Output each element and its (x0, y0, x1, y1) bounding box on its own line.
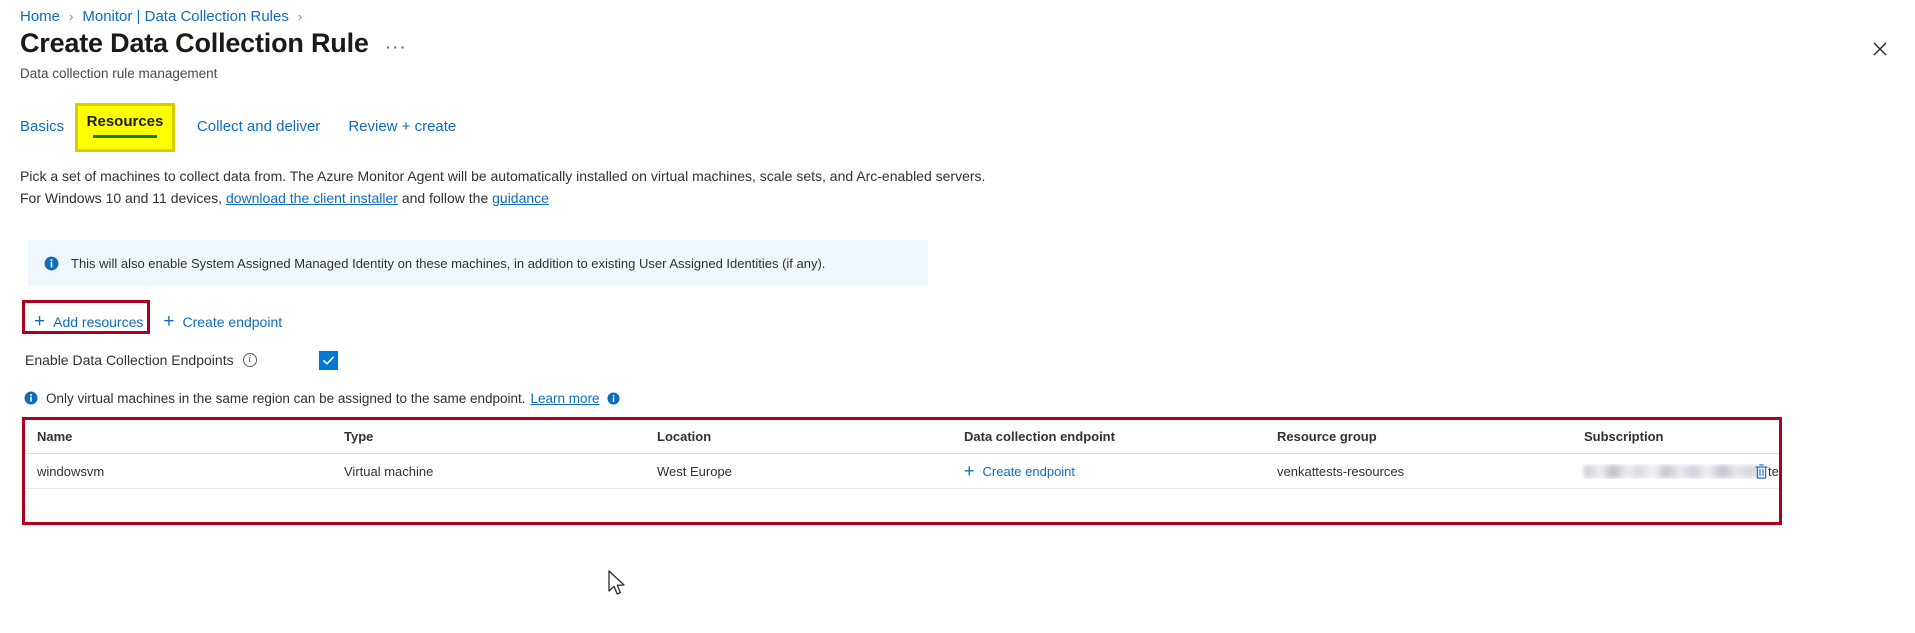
annotation-tab-label: Resources (86, 113, 164, 130)
managed-identity-info-banner: This will also enable System Assigned Ma… (28, 240, 928, 286)
page-title: Create Data Collection Rule (20, 28, 369, 58)
cell-location: West Europe (657, 463, 732, 479)
checkmark-icon (323, 356, 334, 365)
column-header-data-collection-endpoint[interactable]: Data collection endpoint (952, 429, 1265, 444)
cell-resource-group: venkattests-resources (1277, 463, 1405, 479)
tab-basics[interactable]: Basics (20, 112, 78, 142)
add-resources-label: Add resources (53, 314, 144, 330)
cell-data-collection-endpoint: + Create endpoint (952, 463, 1265, 479)
plus-icon: + (34, 311, 46, 332)
page-title-row: Create Data Collection Rule ··· (20, 28, 407, 58)
breadcrumb-separator-icon: › (297, 8, 303, 24)
row-create-endpoint-button[interactable]: + Create endpoint (964, 463, 1075, 479)
resources-table: Name Type Location Data collection endpo… (25, 420, 1779, 524)
download-client-installer-link[interactable]: download the client installer (226, 190, 398, 206)
enable-endpoints-label: Enable Data Collection Endpoints (25, 352, 234, 368)
active-tab-underline (93, 135, 157, 138)
redacted-subscription-value (1584, 464, 1766, 478)
info-circle-icon[interactable]: i (242, 353, 257, 367)
column-header-type[interactable]: Type (332, 429, 645, 444)
annotation-highlight-resources-tab: Resources (75, 103, 175, 152)
create-endpoint-button[interactable]: + Create endpoint (153, 306, 292, 338)
breadcrumb: Home › Monitor | Data Collection Rules › (20, 5, 311, 27)
cell-name: windowsvm (37, 463, 105, 479)
learn-more-link[interactable]: Learn more (531, 391, 600, 406)
delete-row-button[interactable] (1751, 461, 1771, 481)
description-line-2-mid: and follow the (397, 190, 493, 206)
table-empty-row (25, 489, 1779, 524)
tab-collect-and-deliver[interactable]: Collect and deliver (183, 112, 334, 142)
guidance-link[interactable]: guidance (492, 190, 549, 206)
close-icon (1873, 42, 1887, 56)
trash-icon (1754, 463, 1768, 479)
description-line-1: Pick a set of machines to collect data f… (20, 168, 986, 184)
resources-description: Pick a set of machines to collect data f… (20, 166, 1420, 208)
close-button[interactable] (1863, 32, 1897, 66)
breadcrumb-item-monitor[interactable]: Monitor | Data Collection Rules (82, 8, 288, 25)
more-actions-button[interactable]: ··· (385, 38, 407, 57)
plus-icon: + (964, 463, 975, 479)
info-icon[interactable] (607, 391, 620, 405)
plus-icon: + (163, 311, 175, 332)
info-icon (24, 391, 38, 405)
column-header-location[interactable]: Location (645, 429, 952, 444)
info-banner-text: This will also enable System Assigned Ma… (71, 255, 826, 271)
breadcrumb-separator-icon: › (69, 8, 74, 24)
cell-subscription: te (1572, 464, 1779, 479)
page-subtitle: Data collection rule management (20, 66, 218, 81)
column-header-name[interactable]: Name (25, 429, 332, 444)
description-line-2: For Windows 10 and 11 devices, download … (20, 188, 1420, 208)
page-root: Home › Monitor | Data Collection Rules ›… (0, 0, 1915, 633)
column-header-resource-group[interactable]: Resource group (1265, 429, 1572, 444)
mouse-pointer-icon (608, 570, 625, 595)
table-row[interactable]: windowsvm Virtual machine West Europe + … (25, 454, 1779, 489)
region-note-text: Only virtual machines in the same region… (46, 390, 526, 406)
enable-data-collection-endpoints-row: Enable Data Collection Endpoints i (25, 348, 365, 372)
add-resources-button[interactable]: + Add resources (24, 306, 153, 338)
region-note: Only virtual machines in the same region… (24, 388, 620, 408)
enable-endpoints-checkbox[interactable] (319, 350, 338, 370)
column-header-subscription[interactable]: Subscription (1572, 429, 1779, 444)
description-line-2-prefix: For Windows 10 and 11 devices, (20, 190, 226, 206)
create-endpoint-label: Create endpoint (182, 314, 283, 330)
cell-type: Virtual machine (344, 463, 434, 479)
breadcrumb-item-home[interactable]: Home (20, 8, 60, 25)
info-icon (44, 256, 59, 271)
table-header-row: Name Type Location Data collection endpo… (25, 420, 1779, 454)
row-create-endpoint-label: Create endpoint (982, 463, 1076, 479)
tab-review-create[interactable]: Review + create (334, 112, 470, 142)
resources-command-bar: + Add resources + Create endpoint (24, 306, 292, 338)
